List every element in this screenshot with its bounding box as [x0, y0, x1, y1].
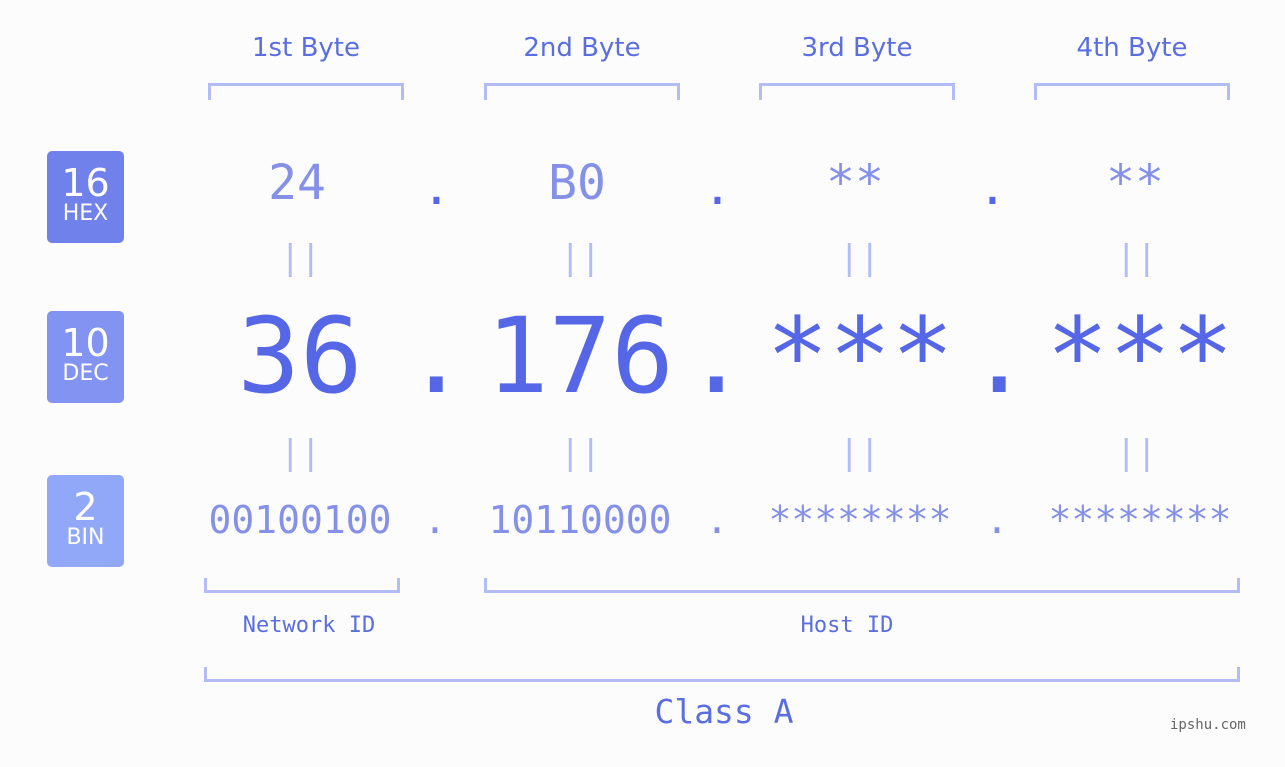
bin-dot-2: .: [705, 498, 729, 542]
hex-byte-4: **: [1106, 155, 1164, 211]
byte-bracket-4: [1034, 83, 1230, 100]
dec-dot-3: .: [968, 295, 1031, 417]
equals-icon: ||: [839, 433, 880, 473]
dec-badge: 10 DEC: [47, 311, 124, 403]
dec-base: 10: [61, 321, 110, 365]
equals-icon: ||: [280, 238, 321, 278]
hex-base: 16: [61, 161, 110, 205]
dec-byte-4: ***: [1046, 295, 1234, 417]
bin-byte-2: 10110000: [488, 498, 672, 542]
bin-label: BIN: [66, 525, 105, 550]
bin-base: 2: [73, 485, 98, 529]
byte-bracket-1: [208, 83, 404, 100]
bin-byte-3: ********: [768, 498, 952, 542]
byte-header-3: 3rd Byte: [801, 33, 913, 63]
hex-byte-1: 24: [268, 155, 326, 211]
hex-dot-2: .: [703, 160, 732, 216]
dec-dot-2: .: [685, 295, 748, 417]
watermark: ipshu.com: [1170, 717, 1246, 733]
byte-header-4: 4th Byte: [1076, 33, 1188, 63]
dec-byte-1: 36: [237, 295, 363, 417]
dec-byte-3: ***: [766, 295, 954, 417]
byte-header-2: 2nd Byte: [523, 33, 641, 63]
network-bracket: [204, 578, 400, 593]
bin-dot-3: .: [985, 498, 1009, 542]
host-bracket: [484, 578, 1240, 593]
bin-byte-4: ********: [1048, 498, 1232, 542]
class-label: Class A: [654, 692, 794, 731]
equals-icon: ||: [1116, 433, 1157, 473]
dec-label: DEC: [62, 361, 109, 386]
hex-byte-3: **: [826, 155, 884, 211]
dec-dot-1: .: [405, 295, 468, 417]
class-bracket: [204, 667, 1240, 682]
hex-dot-1: .: [422, 160, 451, 216]
equals-icon: ||: [560, 238, 601, 278]
equals-icon: ||: [560, 433, 601, 473]
network-id-label: Network ID: [242, 613, 376, 638]
bin-dot-1: .: [423, 498, 447, 542]
byte-bracket-2: [484, 83, 680, 100]
equals-icon: ||: [1116, 238, 1157, 278]
hex-badge: 16 HEX: [47, 151, 124, 243]
hex-label: HEX: [62, 201, 109, 226]
hex-dot-3: .: [978, 160, 1007, 216]
bin-badge: 2 BIN: [47, 475, 124, 567]
hex-byte-2: B0: [548, 155, 606, 211]
equals-icon: ||: [280, 433, 321, 473]
dec-byte-2: 176: [486, 295, 674, 417]
bin-byte-1: 00100100: [208, 498, 392, 542]
equals-icon: ||: [839, 238, 880, 278]
host-id-label: Host ID: [800, 613, 894, 638]
byte-header-1: 1st Byte: [252, 33, 360, 63]
byte-bracket-3: [759, 83, 955, 100]
